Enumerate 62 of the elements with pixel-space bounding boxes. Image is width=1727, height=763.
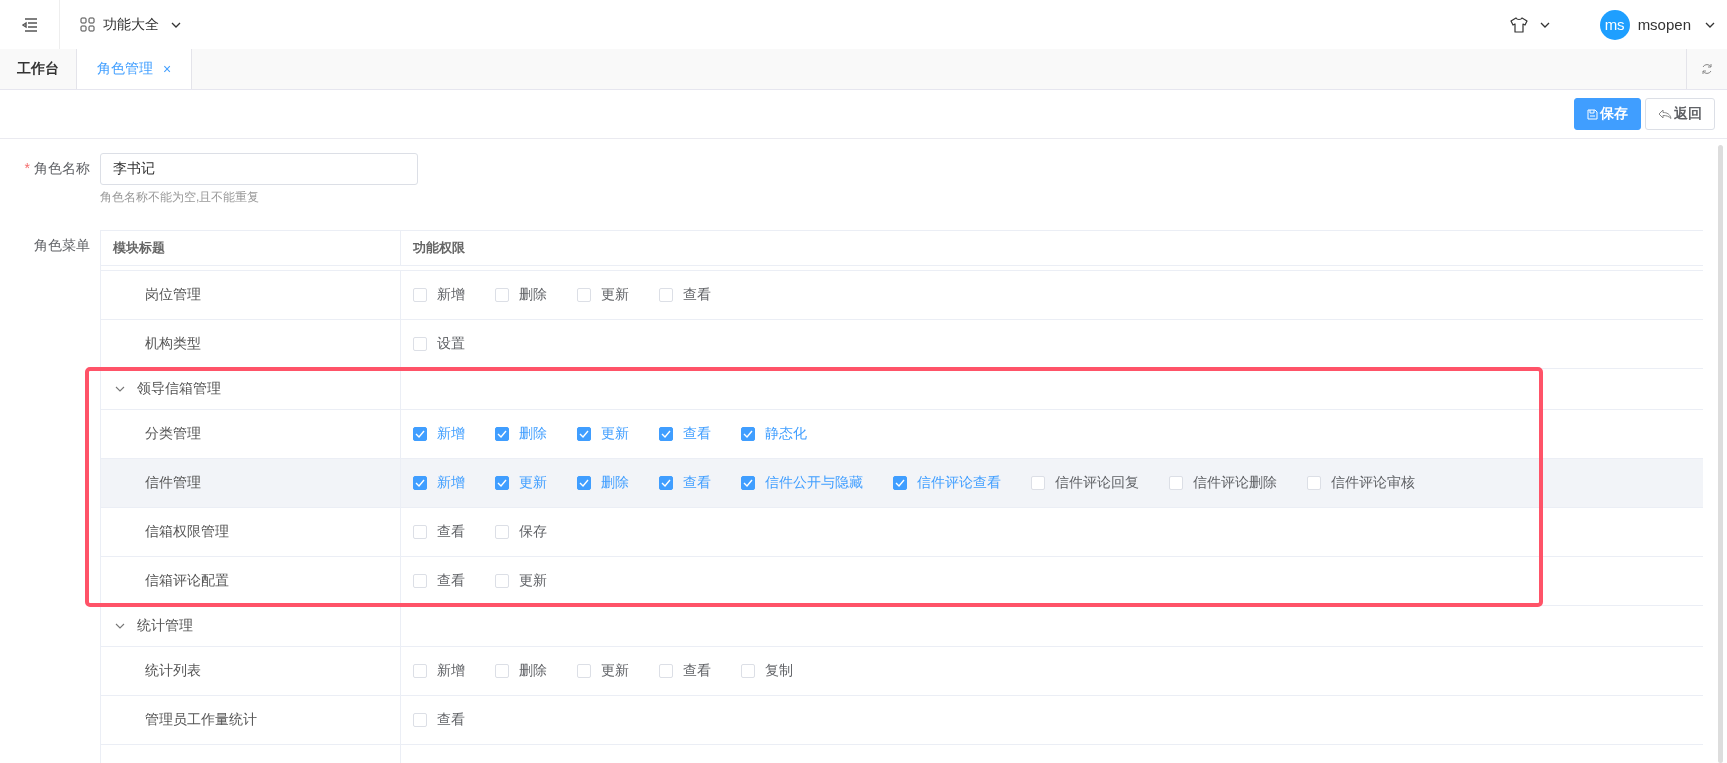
check-icon xyxy=(415,430,425,438)
tab[interactable]: 工作台 xyxy=(0,49,76,89)
chevron-down-icon[interactable] xyxy=(171,21,181,28)
expand-caret-icon[interactable] xyxy=(115,386,125,392)
grid-icon[interactable] xyxy=(80,17,95,32)
module-title: 机构类型 xyxy=(145,335,201,353)
check-icon xyxy=(743,430,753,438)
field-label: 角色菜单 xyxy=(34,237,90,253)
check-icon xyxy=(497,479,507,487)
check-icon xyxy=(743,479,753,487)
permission-checkbox[interactable]: 更新 xyxy=(495,572,547,590)
expand-caret-icon[interactable] xyxy=(115,623,125,629)
check-icon xyxy=(579,430,589,438)
check-icon xyxy=(497,430,507,438)
permission-checkbox[interactable]: 更新 xyxy=(577,286,629,304)
reply-icon xyxy=(1658,109,1672,119)
refresh-icon[interactable] xyxy=(1701,63,1713,75)
shirt-icon[interactable] xyxy=(1509,16,1528,33)
role-name-input[interactable]: 李书记 xyxy=(100,153,418,185)
permission-checkbox[interactable]: 查看 xyxy=(413,523,465,541)
check-icon xyxy=(895,479,905,487)
permission-checkbox[interactable]: 查看 xyxy=(659,662,711,680)
field-hint: 角色名称不能为空,且不能重复 xyxy=(100,189,261,206)
module-title: 信箱权限管理 xyxy=(145,523,229,541)
permission-checkbox[interactable]: 复制 xyxy=(741,662,793,680)
permission-checkbox[interactable]: 新增 xyxy=(413,662,465,680)
module-title: 信件管理 xyxy=(145,474,201,492)
permission-checkbox[interactable]: 查看 xyxy=(413,711,465,729)
permission-checkbox[interactable]: 删除 xyxy=(495,286,547,304)
module-title: 信箱评论配置 xyxy=(145,572,229,590)
check-icon xyxy=(661,479,671,487)
module-title: 分类管理 xyxy=(145,425,201,443)
column-header: 模块标题 xyxy=(113,239,165,257)
permission-checkbox[interactable]: 更新 xyxy=(577,662,629,680)
module-title: 统计列表 xyxy=(145,662,201,680)
permission-checkbox[interactable]: 保存 xyxy=(495,523,547,541)
check-icon xyxy=(415,479,425,487)
module-title: 管理员工作量统计 xyxy=(145,711,257,729)
permission-checkbox[interactable]: 新增 xyxy=(413,286,465,304)
group-title: 领导信箱管理 xyxy=(137,380,221,398)
field-label: 角色名称 xyxy=(34,160,90,176)
chevron-down-icon[interactable] xyxy=(1539,21,1550,28)
permission-checkbox[interactable]: 删除 xyxy=(495,662,547,680)
check-icon xyxy=(579,479,589,487)
permission-checkbox[interactable]: 信件评论回复 xyxy=(1031,474,1139,492)
user-name[interactable]: msopen xyxy=(1637,16,1691,33)
module-title: 岗位管理 xyxy=(145,286,201,304)
save-icon xyxy=(1587,108,1598,120)
permission-checkbox[interactable]: 信件评论审核 xyxy=(1307,474,1415,492)
required-mark: * xyxy=(24,160,30,176)
permission-checkbox[interactable]: 查看 xyxy=(413,572,465,590)
menu-icon[interactable] xyxy=(21,17,38,32)
group-title: 统计管理 xyxy=(137,617,193,635)
menu-title[interactable]: 功能大全 xyxy=(103,15,159,34)
permission-checkbox[interactable]: 查看 xyxy=(659,286,711,304)
permission-checkbox[interactable]: 设置 xyxy=(413,335,465,353)
scrollbar-thumb[interactable] xyxy=(1717,145,1723,763)
column-header: 功能权限 xyxy=(413,239,465,257)
toolbar-button[interactable]: 返回 xyxy=(1645,98,1715,130)
permission-checkbox[interactable]: 信件评论删除 xyxy=(1169,474,1277,492)
chevron-down-icon[interactable] xyxy=(1705,21,1715,28)
check-icon xyxy=(661,430,671,438)
